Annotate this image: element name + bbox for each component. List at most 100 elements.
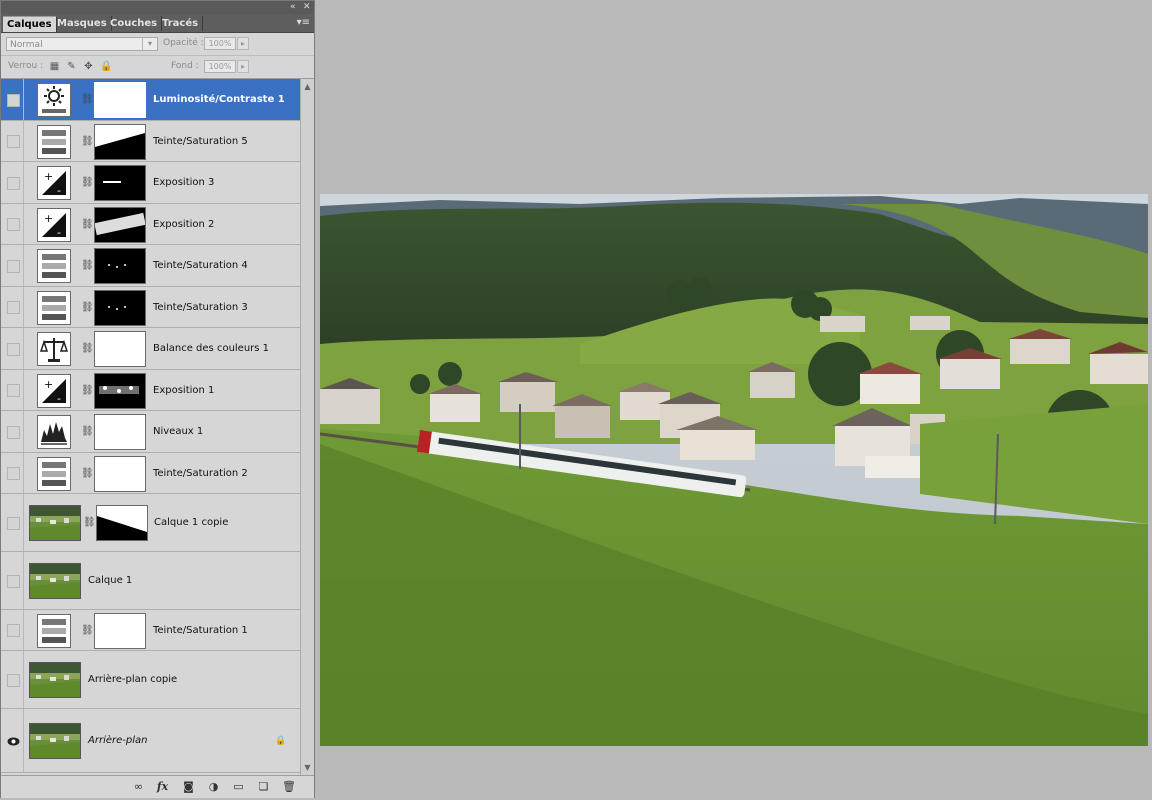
layer-row[interactable]: ⛓ Teinte/Saturation 1 <box>1 610 300 651</box>
layer-name[interactable]: Arrière-plan <box>88 735 147 746</box>
layer-row[interactable]: ⛓ Teinte/Saturation 4 <box>1 245 300 287</box>
visibility-toggle[interactable] <box>7 384 20 397</box>
chain-link-icon[interactable]: ⛓ <box>81 342 94 356</box>
visibility-toggle[interactable] <box>7 93 20 107</box>
layer-row[interactable]: Arrière-plan 🔒 <box>1 709 300 773</box>
layer-row[interactable]: ⛓ Luminosité/Contraste 1 <box>1 79 300 121</box>
scroll-up-icon[interactable]: ▲ <box>302 80 313 93</box>
chain-link-icon[interactable]: ⛓ <box>81 467 94 481</box>
layer-mask-thumbnail[interactable] <box>94 372 146 409</box>
layer-row[interactable]: ⛓ Teinte/Saturation 3 <box>1 287 300 328</box>
layer-thumbnail[interactable] <box>29 662 81 698</box>
layer-mask-thumbnail[interactable] <box>94 331 146 367</box>
panel-menu-icon[interactable]: ▾≡ <box>297 17 310 28</box>
visibility-toggle[interactable] <box>7 342 20 356</box>
layer-name[interactable]: Calque 1 copie <box>154 517 228 528</box>
chain-link-icon[interactable]: ⛓ <box>81 218 94 232</box>
layer-name[interactable]: Teinte/Saturation 1 <box>153 625 248 636</box>
lock-brush-icon[interactable]: ✎ <box>66 61 77 72</box>
layer-mask-thumbnail[interactable] <box>94 248 146 284</box>
fx-icon[interactable]: fx <box>156 780 169 793</box>
eye-icon[interactable] <box>7 735 20 748</box>
layer-row[interactable]: + - ⛓ Exposition 2 <box>1 204 300 245</box>
visibility-toggle[interactable] <box>7 467 20 480</box>
layer-name[interactable]: Teinte/Saturation 4 <box>153 260 248 271</box>
lock-all-icon[interactable]: 🔒 <box>100 61 112 72</box>
chain-link-icon[interactable]: ⛓ <box>81 93 94 107</box>
layer-name[interactable]: Luminosité/Contraste 1 <box>153 94 285 105</box>
visibility-toggle[interactable] <box>7 673 20 687</box>
layer-mask-thumbnail[interactable] <box>96 505 148 541</box>
tab-couches[interactable]: Couches <box>106 16 163 31</box>
layer-row[interactable]: Calque 1 <box>1 552 300 610</box>
trash-icon[interactable]: 🗑 <box>282 780 296 793</box>
layer-name[interactable]: Teinte/Saturation 2 <box>153 468 248 479</box>
brightness-contrast-icon[interactable] <box>37 83 71 117</box>
layer-name[interactable]: Exposition 1 <box>153 385 214 396</box>
exposure-icon[interactable]: + - <box>37 207 71 242</box>
chain-link-icon[interactable]: ⛓ <box>81 176 94 190</box>
layer-row[interactable]: Arrière-plan copie <box>1 651 300 709</box>
visibility-toggle[interactable] <box>7 574 20 588</box>
chain-link-icon[interactable]: ⛓ <box>81 624 94 638</box>
hue-saturation-icon[interactable] <box>37 456 71 491</box>
exposure-icon[interactable]: + - <box>37 166 71 200</box>
layers-scrollbar[interactable]: ▲ ▼ <box>300 79 314 775</box>
opacity-field[interactable]: 100% <box>204 37 236 50</box>
layer-name[interactable]: Teinte/Saturation 5 <box>153 136 248 147</box>
exposure-icon[interactable]: + - <box>37 373 71 408</box>
new-group-icon[interactable]: ▭ <box>232 780 245 793</box>
fill-field[interactable]: 100% <box>204 60 236 73</box>
opacity-arrow-icon[interactable]: ▸ <box>237 37 249 50</box>
layer-mask-thumbnail[interactable] <box>94 612 146 649</box>
chevron-down-icon[interactable]: ▾ <box>142 38 157 50</box>
levels-icon[interactable] <box>37 415 71 449</box>
layer-row[interactable]: ⛓ Teinte/Saturation 2 <box>1 453 300 494</box>
tab-calques[interactable]: Calques <box>3 16 57 32</box>
chain-link-icon[interactable]: ⛓ <box>81 135 94 149</box>
blend-mode-select[interactable]: Normal ▾ <box>6 37 158 51</box>
layer-row[interactable]: ⛓ Niveaux 1 <box>1 411 300 453</box>
hue-saturation-icon[interactable] <box>37 613 71 648</box>
hue-saturation-icon[interactable] <box>37 249 71 283</box>
chain-link-icon[interactable]: ⛓ <box>81 384 94 398</box>
layer-mask-thumbnail[interactable] <box>94 123 146 160</box>
layer-row[interactable]: ⛓ Balance des couleurs 1 <box>1 328 300 370</box>
visibility-toggle[interactable] <box>7 259 20 273</box>
layer-row[interactable]: ⛓ Calque 1 copie <box>1 494 300 552</box>
layer-mask-thumbnail[interactable] <box>94 414 146 450</box>
color-balance-icon[interactable] <box>37 332 71 366</box>
layer-name[interactable]: Exposition 3 <box>153 177 214 188</box>
layer-row[interactable]: + - ⛓ Exposition 3 <box>1 162 300 204</box>
lock-transparency-icon[interactable]: ▦ <box>49 61 60 72</box>
close-icon[interactable]: ✕ <box>303 2 311 12</box>
layer-name[interactable]: Calque 1 <box>88 575 132 586</box>
chain-link-icon[interactable]: ⛓ <box>81 301 94 315</box>
document-canvas[interactable] <box>320 194 1148 746</box>
visibility-toggle[interactable] <box>7 516 20 530</box>
layer-name[interactable]: Teinte/Saturation 3 <box>153 302 248 313</box>
visibility-toggle[interactable] <box>7 218 20 231</box>
layer-name[interactable]: Balance des couleurs 1 <box>153 343 269 354</box>
layer-mask-thumbnail[interactable] <box>94 165 146 201</box>
layer-mask-thumbnail[interactable] <box>94 206 146 243</box>
scroll-down-icon[interactable]: ▼ <box>302 761 313 774</box>
visibility-toggle[interactable] <box>7 176 20 190</box>
tab-traces[interactable]: Tracés <box>158 16 204 31</box>
chain-link-icon[interactable]: ⛓ <box>81 425 94 439</box>
layer-name[interactable]: Exposition 2 <box>153 219 214 230</box>
lock-move-icon[interactable]: ✥ <box>83 61 94 72</box>
layer-row[interactable]: ⛓ Teinte/Saturation 5 <box>1 121 300 162</box>
layer-thumbnail[interactable] <box>29 505 81 541</box>
collapse-icon[interactable]: « <box>290 2 296 12</box>
layer-thumbnail[interactable] <box>29 723 81 759</box>
visibility-toggle[interactable] <box>7 135 20 148</box>
add-mask-icon[interactable]: ◙ <box>182 780 195 793</box>
layer-name[interactable]: Arrière-plan copie <box>88 674 177 685</box>
tab-masques[interactable]: Masques <box>53 16 112 31</box>
link-icon[interactable]: ∞ <box>132 780 145 793</box>
visibility-toggle[interactable] <box>7 425 20 439</box>
layer-name[interactable]: Niveaux 1 <box>153 426 203 437</box>
layer-mask-thumbnail[interactable] <box>94 289 146 326</box>
layer-mask-thumbnail[interactable] <box>94 82 146 118</box>
